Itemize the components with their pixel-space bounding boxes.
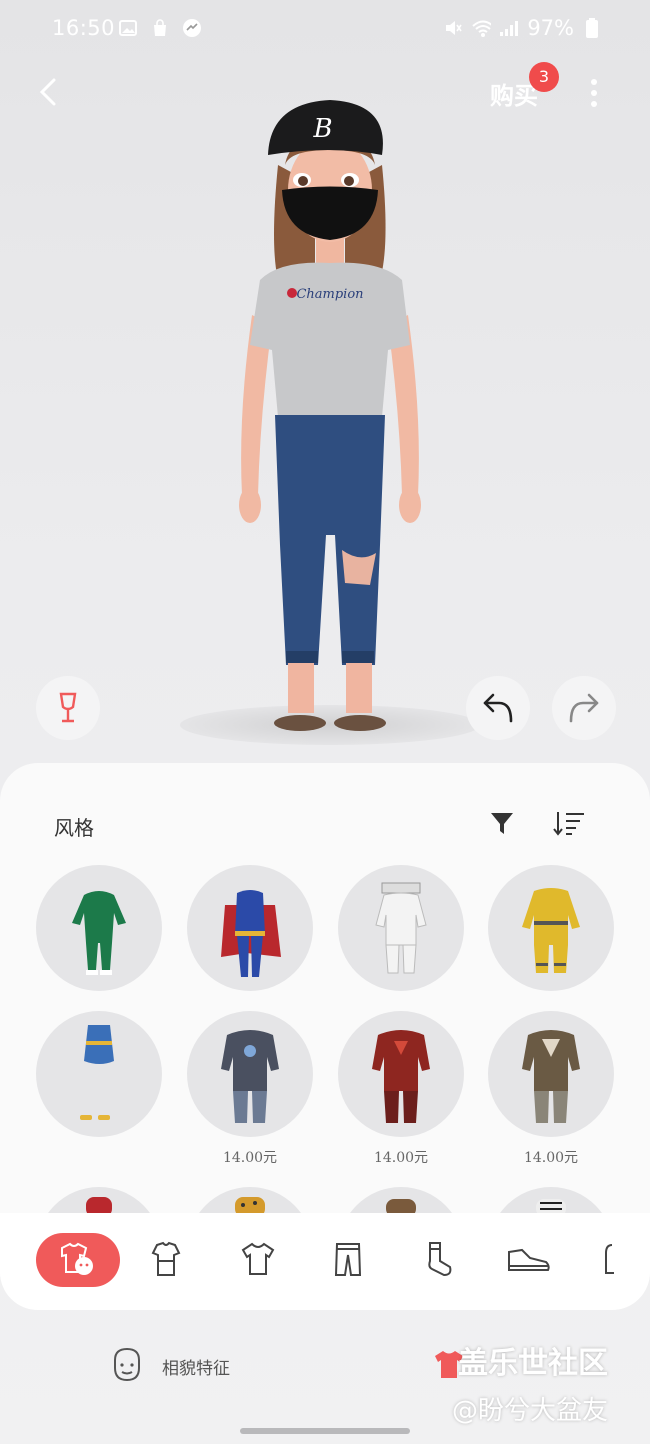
status-right-icons: 97% [443,16,602,40]
avatar-figure[interactable]: Champion B [230,95,430,745]
outfit-item[interactable] [488,1187,614,1213]
filter-icon [491,813,513,834]
outfit-item[interactable] [338,1187,464,1213]
filter-button[interactable] [486,807,518,839]
mannequin-icon [59,692,77,723]
cart-count-badge: 3 [529,62,559,92]
bronze-armor-icon [522,1030,580,1123]
style-icon [61,1242,93,1275]
mannequin-button[interactable] [36,676,100,740]
chevron-left-icon [39,78,56,106]
outfit-item[interactable] [36,1011,162,1137]
more-vertical-icon [591,79,597,107]
tab-accessory[interactable] [596,1235,616,1283]
app-notification-icon [182,18,202,38]
tab-shoes[interactable] [504,1235,552,1283]
outfit-item[interactable]: 14.00元 [338,1011,464,1166]
silver-armor-icon [221,1030,279,1123]
status-left-icons [118,18,202,38]
red-outfit-icon [86,1197,112,1213]
brown-outfit-icon [386,1199,416,1213]
green-tracksuit-icon [72,891,126,975]
mute-icon [443,18,463,38]
appearance-button[interactable] [110,1346,144,1382]
svg-text:B: B [312,114,332,144]
svg-text:Champion: Champion [296,287,363,302]
sheet-title: 风格 [54,816,94,840]
outfit-item[interactable] [338,865,464,991]
outfit-item[interactable] [36,865,162,991]
watermark-author: @盼兮大盆友 [452,1396,609,1426]
outfit-item[interactable] [187,1187,313,1213]
home-indicator[interactable] [240,1428,410,1434]
outfit-item[interactable] [187,865,313,991]
battery-percent: 97% [527,16,574,40]
status-time: 16:50 [52,16,116,40]
shopping-bag-icon [150,18,170,38]
redo-icon [569,693,599,723]
firefighter-suit-icon [522,888,580,973]
outfit-item[interactable] [488,865,614,991]
red-armor-icon [372,1030,430,1123]
tab-tops[interactable] [234,1235,282,1283]
blue-dress-icon [80,1025,114,1120]
zebra-outfit-icon [536,1199,566,1213]
battery-icon [582,18,602,38]
category-tab-bar [0,1213,650,1310]
shoes-icon [508,1248,550,1271]
outfit-item[interactable]: 14.00元 [187,1011,313,1166]
outfit-item[interactable]: 14.00元 [488,1011,614,1166]
outfit-grid: 14.00元 14.00元 14.00元 [0,863,650,1213]
undo-icon [483,693,513,723]
superhero-suit-icon [221,890,281,977]
tab-dress[interactable] [142,1235,190,1283]
tshirt-icon [241,1242,275,1275]
outfit-item[interactable] [36,1187,162,1213]
redo-button[interactable] [552,676,616,740]
item-price: 14.00元 [373,1150,429,1166]
status-bar: 16:50 97% [0,0,650,60]
more-options-button[interactable] [580,76,608,110]
pants-icon [334,1243,362,1276]
sort-icon [553,812,584,836]
sort-button[interactable] [552,807,586,839]
undo-button[interactable] [466,676,530,740]
tab-pants[interactable] [324,1235,372,1283]
wifi-icon [471,18,492,38]
back-button[interactable] [30,72,70,112]
astronaut-suit-icon [375,882,427,974]
appearance-label[interactable]: 相貌特征 [162,1354,230,1379]
leopard-outfit-icon [235,1197,265,1213]
accessory-icon [605,1244,614,1274]
socks-icon [428,1242,452,1277]
gallery-icon [118,18,138,38]
tab-style[interactable] [36,1233,120,1287]
tab-socks[interactable] [414,1235,462,1283]
item-price: 14.00元 [222,1150,278,1166]
item-price: 14.00元 [523,1150,579,1166]
watermark-community: 盖乐世社区 [458,1346,608,1381]
face-icon [114,1347,140,1382]
signal-icon [499,18,519,38]
shirt-dress-icon [151,1241,181,1276]
outfit-sheet: 风格 14.00元 14.00元 14.00元 [0,763,650,1310]
